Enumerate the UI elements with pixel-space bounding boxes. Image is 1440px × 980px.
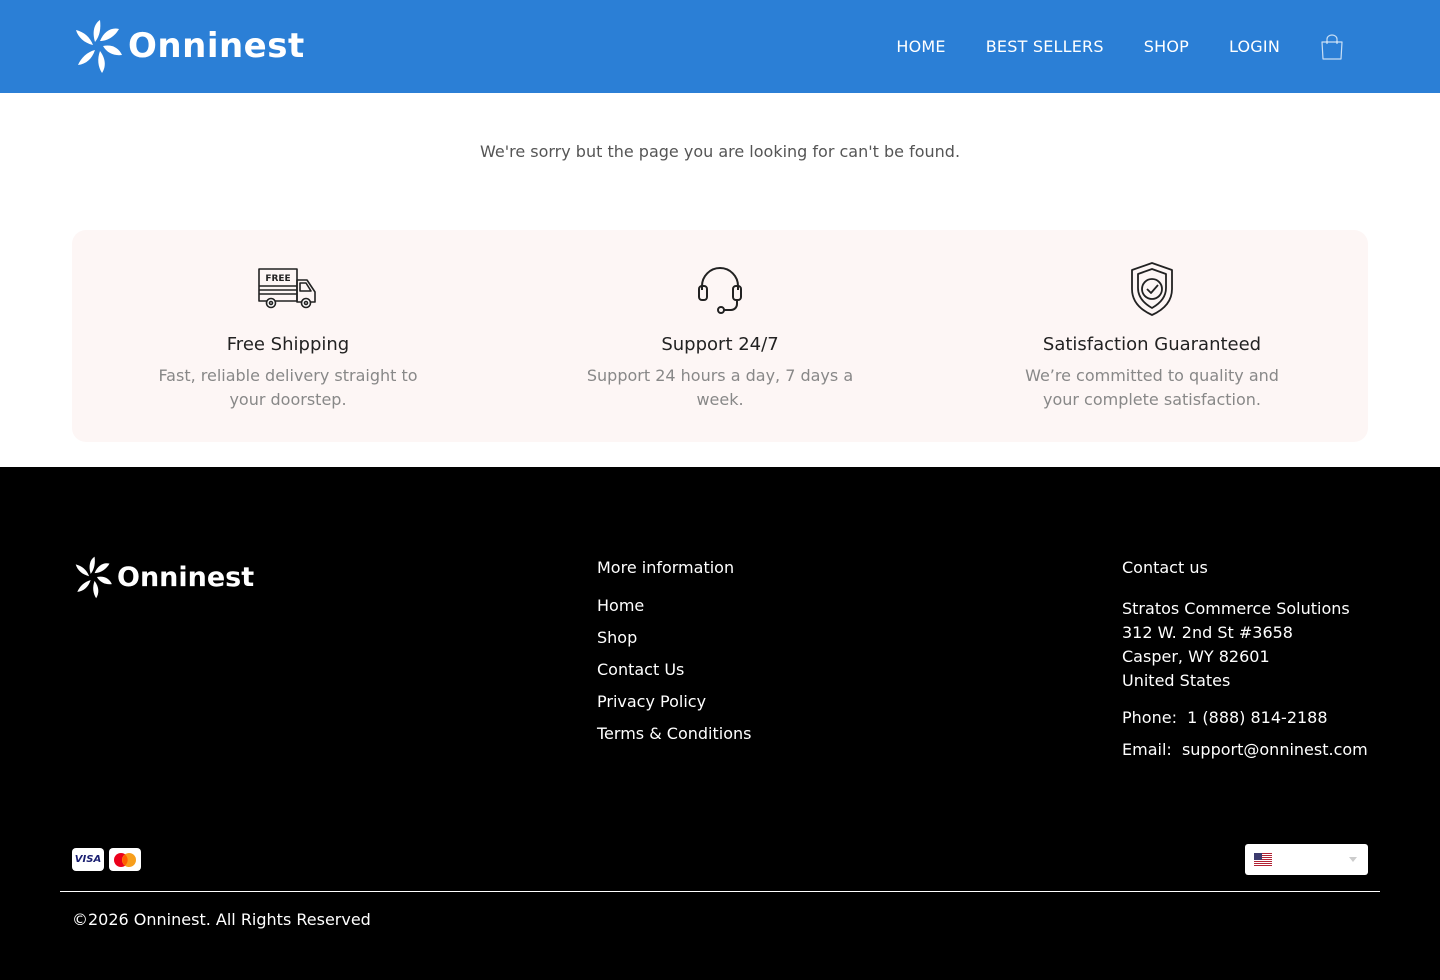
footer-link-home[interactable]: Home [597,597,751,629]
header-logo[interactable]: Onninest [72,18,305,74]
contact-us-title: Contact us [1122,558,1208,577]
features-panel: FREE Free Shipping Fast, reliable delive… [72,230,1368,442]
footer-link-privacy-policy[interactable]: Privacy Policy [597,693,751,725]
footer-links: Home Shop Contact Us Privacy Policy Term… [597,597,751,757]
delivery-truck-icon: FREE [72,262,504,316]
feature-title: Support 24/7 [661,334,779,355]
email-row: Email: support@onninest.com [1122,741,1368,773]
company-name: Stratos Commerce Solutions [1122,599,1350,618]
not-found-message: We're sorry but the page you are looking… [479,142,961,161]
address-line-2: Casper, WY 82601 [1122,647,1270,666]
nav-login[interactable]: LOGIN [1229,37,1280,56]
payment-methods: VISA [72,848,146,871]
nav-home[interactable]: HOME [896,37,945,56]
feature-description: Fast, reliable delivery straight to your… [158,366,418,409]
footer-divider [60,891,1380,892]
headset-icon [504,262,936,316]
phone-label: Phone: [1122,708,1177,727]
phone-row: Phone: 1 (888) 814-2188 [1122,709,1368,741]
footer-logo[interactable]: Onninest [72,555,254,599]
footer-link-terms[interactable]: Terms & Conditions [597,725,751,757]
email-label: Email: [1122,740,1172,759]
mastercard-icon [109,848,141,871]
feature-title: Satisfaction Guaranteed [1042,334,1262,355]
onninest-logo-icon [75,556,112,599]
shopping-bag-icon[interactable] [1320,33,1344,60]
site-footer: Onninest More information Home Shop Cont… [0,467,1440,980]
feature-description: We’re committed to quality and your comp… [1025,366,1279,409]
visa-icon: VISA [72,848,104,871]
logo-wordmark: Onninest [128,26,305,66]
truck-free-badge: FREE [265,274,290,284]
address-country: United States [1122,671,1231,690]
more-information-title: More information [597,558,735,577]
chevron-down-icon [1348,857,1357,862]
copyright: ©2026 Onninest. All Rights Reserved [72,910,371,929]
footer-link-shop[interactable]: Shop [597,629,751,661]
contact-info: Stratos Commerce Solutions 312 W. 2nd St… [1122,597,1368,773]
onninest-logo-icon [76,20,122,73]
feature-title: Free Shipping [226,334,350,355]
nav-shop[interactable]: SHOP [1144,37,1189,56]
feature-support: Support 24/7 Support 24 hours a day, 7 d… [504,230,936,442]
nav-best-sellers[interactable]: BEST SELLERS [986,37,1104,56]
shield-check-icon [936,262,1368,316]
logo-wordmark: Onninest [117,561,255,593]
phone-number[interactable]: 1 (888) 814-2188 [1187,708,1327,727]
us-flag-icon [1254,853,1272,866]
site-header: Onninest HOME BEST SELLERS SHOP LOGIN [0,0,1440,93]
email-address[interactable]: support@onninest.com [1182,740,1368,759]
currency-value: US | USD [1280,851,1343,868]
feature-satisfaction: Satisfaction Guaranteed We’re committed … [936,230,1368,442]
visa-label: VISA [74,854,102,865]
address-line-1: 312 W. 2nd St #3658 [1122,623,1293,642]
currency-selector[interactable]: US | USD [1245,844,1368,875]
footer-link-contact-us[interactable]: Contact Us [597,661,751,693]
main-nav: HOME BEST SELLERS SHOP LOGIN [856,0,1344,93]
feature-description: Support 24 hours a day, 7 days a week. [586,366,854,409]
feature-free-shipping: FREE Free Shipping Fast, reliable delive… [72,230,504,442]
